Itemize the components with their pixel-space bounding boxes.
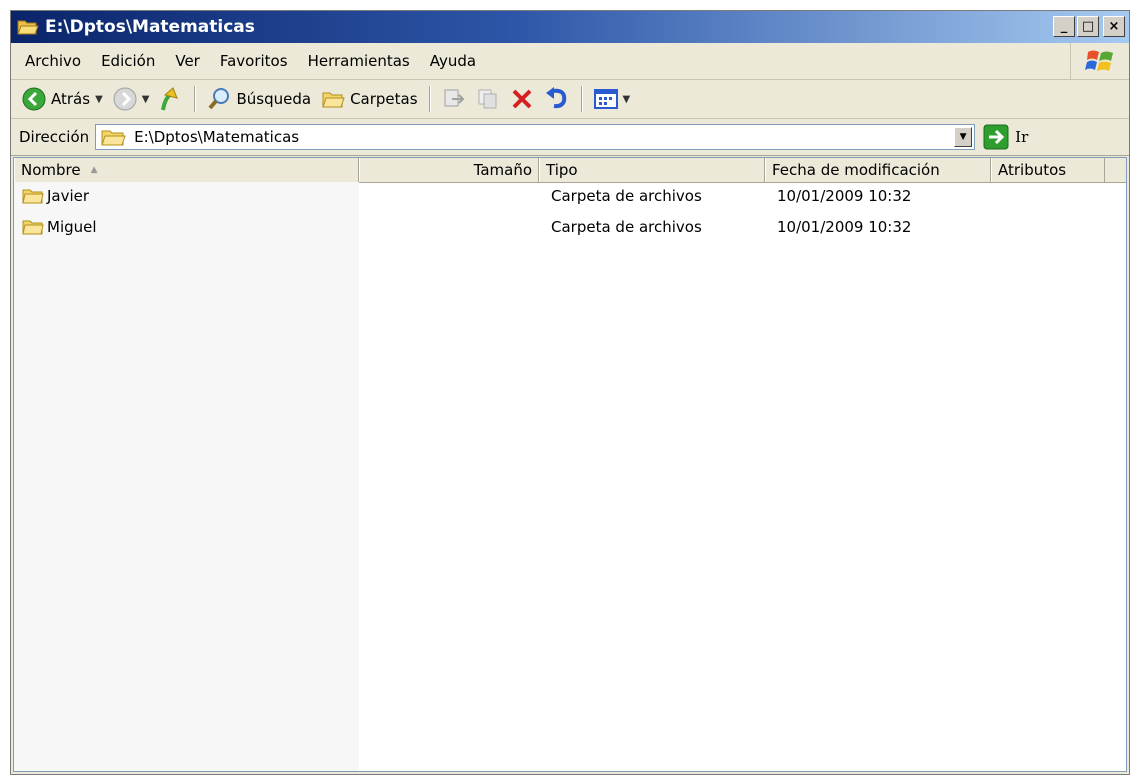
up-folder-icon (161, 87, 179, 111)
move-to-button[interactable] (437, 83, 471, 115)
up-button[interactable] (154, 83, 188, 115)
column-headers: Nombre ▲ Tamaño Tipo Fecha de modificaci… (14, 158, 1126, 183)
menu-edicion[interactable]: Edición (91, 52, 165, 70)
column-header-name-label: Nombre (21, 161, 81, 179)
menu-ver[interactable]: Ver (165, 52, 210, 70)
undo-icon (545, 87, 566, 109)
delete-icon (512, 89, 531, 109)
go-button[interactable]: Ir (983, 124, 1028, 150)
search-button[interactable]: Búsqueda (202, 83, 316, 115)
folder-icon (101, 130, 126, 146)
menu-favoritos[interactable]: Favoritos (210, 52, 298, 70)
address-label: Dirección (19, 128, 90, 146)
list-item[interactable]: Javier Carpeta de archivos 10/01/2009 10… (14, 182, 1126, 213)
forward-button[interactable]: ▼ (108, 83, 155, 115)
column-header-size[interactable]: Tamaño (359, 158, 539, 182)
delete-button[interactable] (505, 83, 539, 115)
file-type: Carpeta de archivos (551, 187, 702, 205)
address-input[interactable]: E:\Dptos\Matematicas ▼ (95, 124, 976, 150)
title-bar[interactable]: E:\Dptos\Matematicas _ □ × (11, 11, 1129, 43)
maximize-button[interactable]: □ (1077, 16, 1099, 37)
column-header-type-label: Tipo (546, 161, 578, 179)
folders-label: Carpetas (350, 90, 418, 108)
list-item[interactable]: Miguel Carpeta de archivos 10/01/2009 10… (14, 213, 1126, 244)
views-dropdown-icon[interactable]: ▼ (623, 94, 631, 105)
back-dropdown-icon[interactable]: ▼ (95, 94, 103, 105)
column-header-attributes[interactable]: Atributos (991, 158, 1105, 182)
close-glyph: × (1108, 19, 1120, 34)
windows-logo-icon (1070, 43, 1129, 79)
file-list[interactable]: Nombre ▲ Tamaño Tipo Fecha de modificaci… (13, 157, 1127, 772)
folder-open-icon (17, 20, 39, 35)
minimize-glyph: _ (1060, 19, 1068, 34)
folders-icon (322, 92, 345, 108)
search-icon (208, 88, 230, 110)
back-button[interactable]: Atrás ▼ (17, 83, 108, 115)
maximize-glyph: □ (1081, 19, 1095, 34)
toolbar-separator (580, 86, 583, 112)
window-title: E:\Dptos\Matematicas (45, 17, 255, 37)
go-label: Ir (1015, 128, 1029, 146)
menu-archivo[interactable]: Archivo (11, 52, 91, 70)
file-date: 10/01/2009 10:32 (777, 187, 912, 205)
file-type: Carpeta de archivos (551, 218, 702, 236)
toolbar-separator (194, 86, 197, 112)
toolbar-separator (428, 86, 431, 112)
menu-herramientas[interactable]: Herramientas (298, 52, 420, 70)
back-arrow-icon (22, 87, 46, 111)
go-arrow-icon (983, 124, 1009, 150)
toolbar: Atrás ▼ ▼ Búsqueda Carpetas ▼ (11, 80, 1129, 119)
forward-arrow-icon (113, 87, 137, 111)
folder-icon (22, 220, 44, 235)
views-button[interactable]: ▼ (589, 83, 636, 115)
column-header-date-label: Fecha de modificación (772, 161, 940, 179)
folders-button[interactable]: Carpetas (316, 83, 422, 115)
menu-ayuda[interactable]: Ayuda (420, 52, 486, 70)
file-date: 10/01/2009 10:32 (777, 218, 912, 236)
menu-bar: Archivo Edición Ver Favoritos Herramient… (11, 43, 1129, 80)
back-label: Atrás (51, 90, 91, 108)
move-to-icon (444, 89, 464, 107)
column-header-size-label: Tamaño (473, 161, 532, 179)
folder-icon (22, 189, 44, 204)
column-header-attributes-label: Atributos (998, 161, 1067, 179)
name-column-highlight (14, 182, 359, 771)
explorer-window: E:\Dptos\Matematicas _ □ × Archivo Edici… (10, 10, 1130, 775)
file-name-cell[interactable]: Miguel (22, 218, 97, 236)
copy-to-button[interactable] (471, 83, 505, 115)
file-name-cell[interactable]: Javier (22, 187, 89, 205)
column-header-type[interactable]: Tipo (539, 158, 765, 182)
undo-button[interactable] (539, 83, 575, 115)
views-icon (593, 89, 618, 109)
column-header-name[interactable]: Nombre ▲ (14, 158, 359, 182)
forward-dropdown-icon[interactable]: ▼ (142, 94, 150, 105)
sort-ascending-icon: ▲ (90, 165, 98, 175)
copy-to-icon (478, 89, 497, 109)
address-value: E:\Dptos\Matematicas (134, 128, 300, 146)
file-name: Javier (47, 187, 90, 205)
column-header-date[interactable]: Fecha de modificación (765, 158, 991, 182)
address-bar: Dirección E:\Dptos\Matematicas ▼ Ir (11, 119, 1129, 156)
search-label: Búsqueda (236, 90, 312, 108)
file-name: Miguel (47, 218, 97, 236)
minimize-button[interactable]: _ (1053, 16, 1075, 37)
address-dropdown-button[interactable]: ▼ (954, 127, 973, 147)
close-button[interactable]: × (1103, 16, 1125, 37)
